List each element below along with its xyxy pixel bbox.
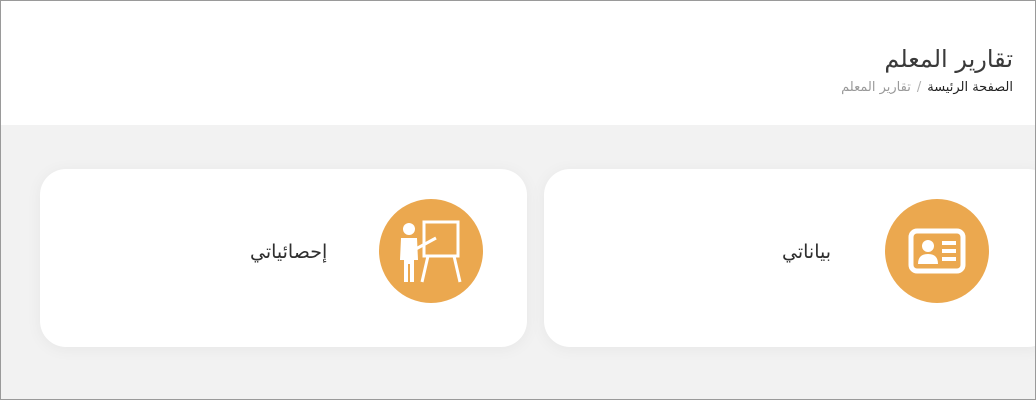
breadcrumb-current: تقارير المعلم [841, 80, 911, 95]
breadcrumb: الصفحة الرئيسة / تقارير المعلم [841, 80, 1013, 95]
page-header: تقارير المعلم الصفحة الرئيسة / تقارير ال… [1, 1, 1035, 125]
page-title: تقارير المعلم [884, 45, 1013, 74]
my-data-card[interactable]: بياناتي [544, 169, 1035, 347]
breadcrumb-home-link[interactable]: الصفحة الرئيسة [927, 80, 1013, 95]
breadcrumb-separator: / [916, 80, 922, 95]
my-data-label: بياناتي [782, 241, 832, 263]
teacher-presentation-icon [379, 199, 483, 303]
my-statistics-label: إحصائياتي [250, 241, 328, 263]
my-statistics-card[interactable]: إحصائياتي [40, 169, 527, 347]
id-card-icon [885, 199, 989, 303]
page-frame: تقارير المعلم الصفحة الرئيسة / تقارير ال… [0, 0, 1036, 400]
main-content: بياناتي إحصائياتي [1, 125, 1035, 399]
